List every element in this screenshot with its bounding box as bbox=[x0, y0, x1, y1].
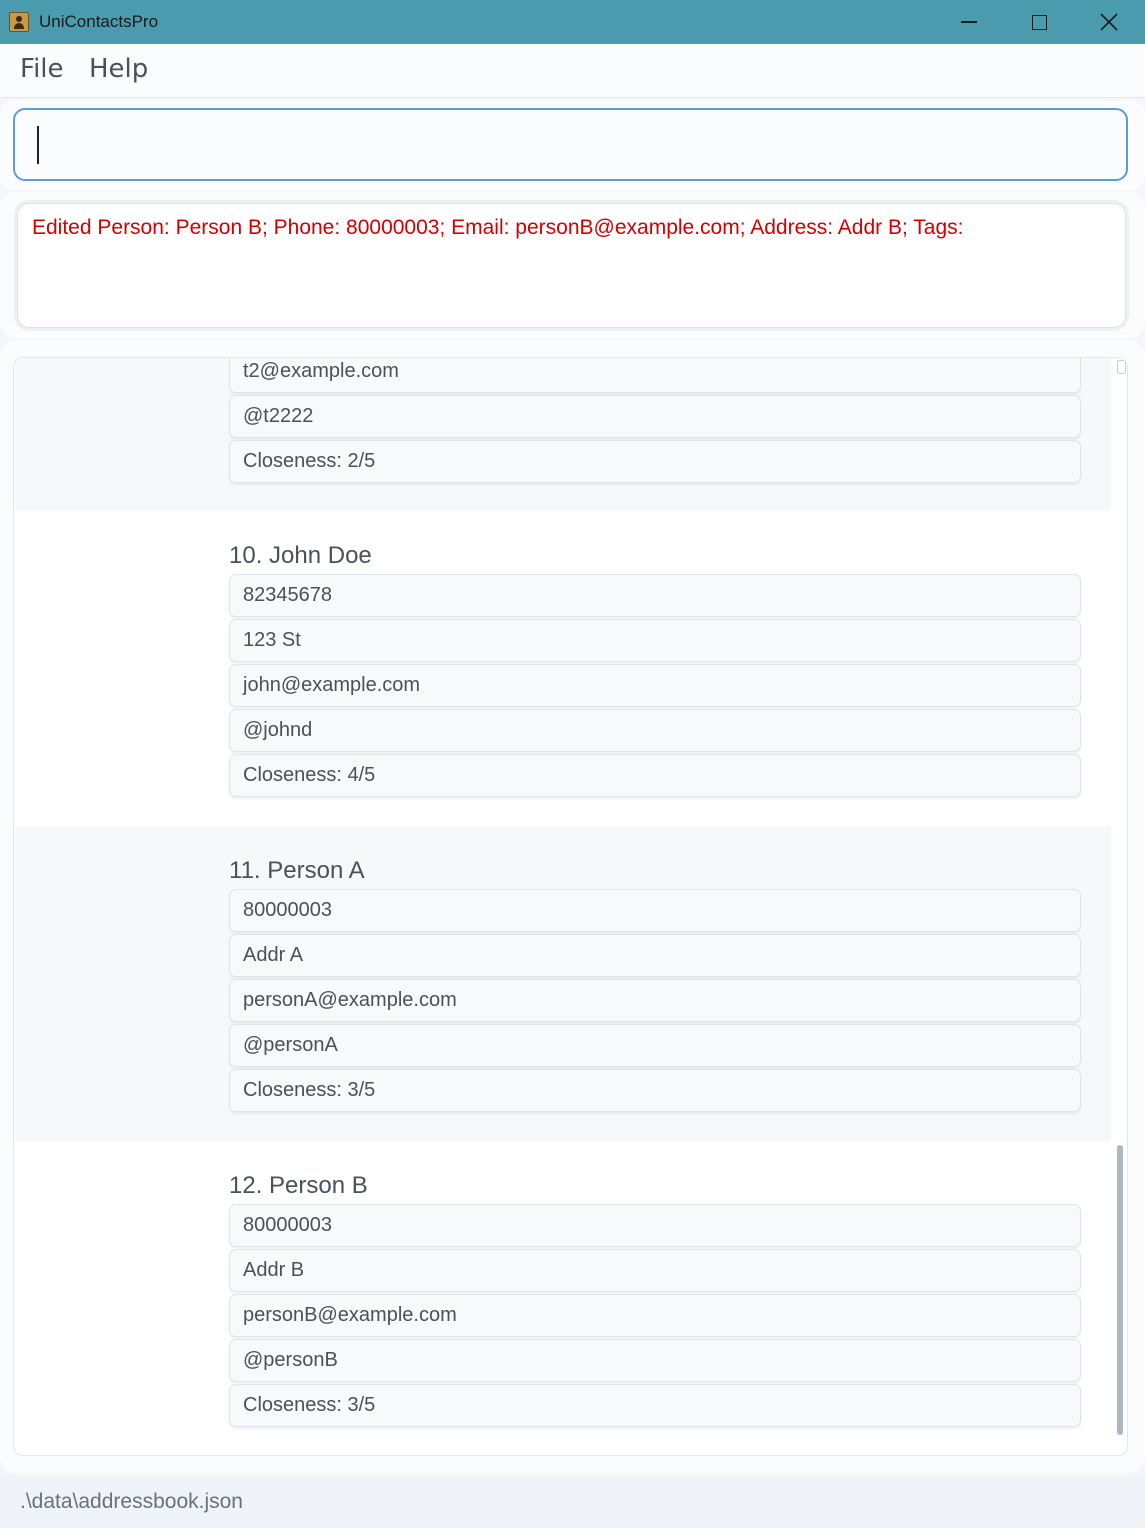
menu-file[interactable]: File bbox=[20, 54, 64, 84]
close-button[interactable] bbox=[1074, 0, 1144, 44]
telegram-value: @johnd bbox=[243, 719, 313, 741]
telegram-value: @personB bbox=[243, 1349, 338, 1371]
title-bar: UniContactsPro bbox=[0, 0, 1145, 44]
email-field: personA@example.com bbox=[229, 979, 1081, 1022]
save-file-path: .\data\addressbook.json bbox=[20, 1490, 243, 1513]
telegram-field: @t2222 bbox=[229, 395, 1081, 438]
email-value: personB@example.com bbox=[243, 1304, 457, 1326]
minimize-icon bbox=[961, 21, 977, 23]
closeness-value: Closeness: 3/5 bbox=[243, 1079, 376, 1101]
result-display[interactable]: Edited Person: Person B; Phone: 80000003… bbox=[17, 203, 1126, 328]
person-name: 12. Person B bbox=[229, 1172, 368, 1199]
menu-help[interactable]: Help bbox=[89, 54, 148, 84]
close-icon bbox=[1100, 13, 1118, 31]
address-field: 123 St bbox=[229, 619, 1081, 662]
scroll-up-button[interactable] bbox=[1117, 360, 1126, 374]
phone-value: 80000003 bbox=[243, 899, 332, 921]
address-value: Addr B bbox=[243, 1259, 305, 1281]
telegram-field: @johnd bbox=[229, 709, 1081, 752]
email-value: t2@example.com bbox=[243, 360, 399, 382]
person-list[interactable]: t2@example.com @t2222 Closeness: 2/5 10.… bbox=[13, 357, 1128, 1456]
email-value: personA@example.com bbox=[243, 989, 457, 1011]
person-card[interactable]: t2@example.com @t2222 Closeness: 2/5 bbox=[15, 358, 1111, 511]
closeness-value: Closeness: 4/5 bbox=[243, 764, 376, 786]
closeness-value: Closeness: 2/5 bbox=[243, 450, 376, 472]
telegram-value: @t2222 bbox=[243, 405, 314, 427]
person-name: 11. Person A bbox=[229, 857, 365, 884]
result-message: Edited Person: Person B; Phone: 80000003… bbox=[32, 216, 964, 239]
address-field: Addr B bbox=[229, 1249, 1081, 1292]
maximize-icon bbox=[1031, 14, 1047, 30]
minimize-button[interactable] bbox=[934, 0, 1004, 44]
result-display-panel: Edited Person: Person B; Phone: 80000003… bbox=[0, 192, 1145, 338]
phone-field: 82345678 bbox=[229, 574, 1081, 617]
phone-value: 80000003 bbox=[243, 1214, 332, 1236]
email-value: john@example.com bbox=[243, 674, 421, 696]
email-field: t2@example.com bbox=[229, 358, 1081, 393]
email-field: personB@example.com bbox=[229, 1294, 1081, 1337]
phone-value: 82345678 bbox=[243, 584, 332, 606]
maximize-button[interactable] bbox=[1004, 0, 1074, 44]
closeness-field: Closeness: 4/5 bbox=[229, 754, 1081, 797]
contacts-book-icon bbox=[9, 12, 29, 32]
address-value: 123 St bbox=[243, 629, 301, 651]
closeness-field: Closeness: 3/5 bbox=[229, 1069, 1081, 1112]
closeness-field: Closeness: 3/5 bbox=[229, 1384, 1081, 1427]
phone-field: 80000003 bbox=[229, 889, 1081, 932]
telegram-field: @personA bbox=[229, 1024, 1081, 1067]
scrollbar-thumb[interactable] bbox=[1117, 1145, 1123, 1435]
person-card[interactable]: 11. Person A 80000003 Addr A personA@exa… bbox=[15, 826, 1111, 1141]
person-card[interactable]: 12. Person B 80000003 Addr B personB@exa… bbox=[15, 1141, 1111, 1455]
closeness-value: Closeness: 3/5 bbox=[243, 1394, 376, 1416]
telegram-value: @personA bbox=[243, 1034, 338, 1056]
window-title: UniContactsPro bbox=[39, 12, 159, 31]
text-caret bbox=[37, 126, 39, 164]
person-list-panel: t2@example.com @t2222 Closeness: 2/5 10.… bbox=[0, 340, 1145, 1473]
email-field: john@example.com bbox=[229, 664, 1081, 707]
command-box-panel bbox=[0, 100, 1145, 190]
address-value: Addr A bbox=[243, 944, 304, 966]
person-card[interactable]: 10. John Doe 82345678 123 St john@exampl… bbox=[15, 511, 1111, 826]
menu-bar: File Help bbox=[0, 44, 1145, 98]
status-bar: .\data\addressbook.json bbox=[0, 1476, 1145, 1528]
telegram-field: @personB bbox=[229, 1339, 1081, 1382]
command-input[interactable] bbox=[13, 108, 1128, 181]
phone-field: 80000003 bbox=[229, 1204, 1081, 1247]
closeness-field: Closeness: 2/5 bbox=[229, 440, 1081, 483]
address-field: Addr A bbox=[229, 934, 1081, 977]
person-name: 10. John Doe bbox=[229, 542, 372, 569]
